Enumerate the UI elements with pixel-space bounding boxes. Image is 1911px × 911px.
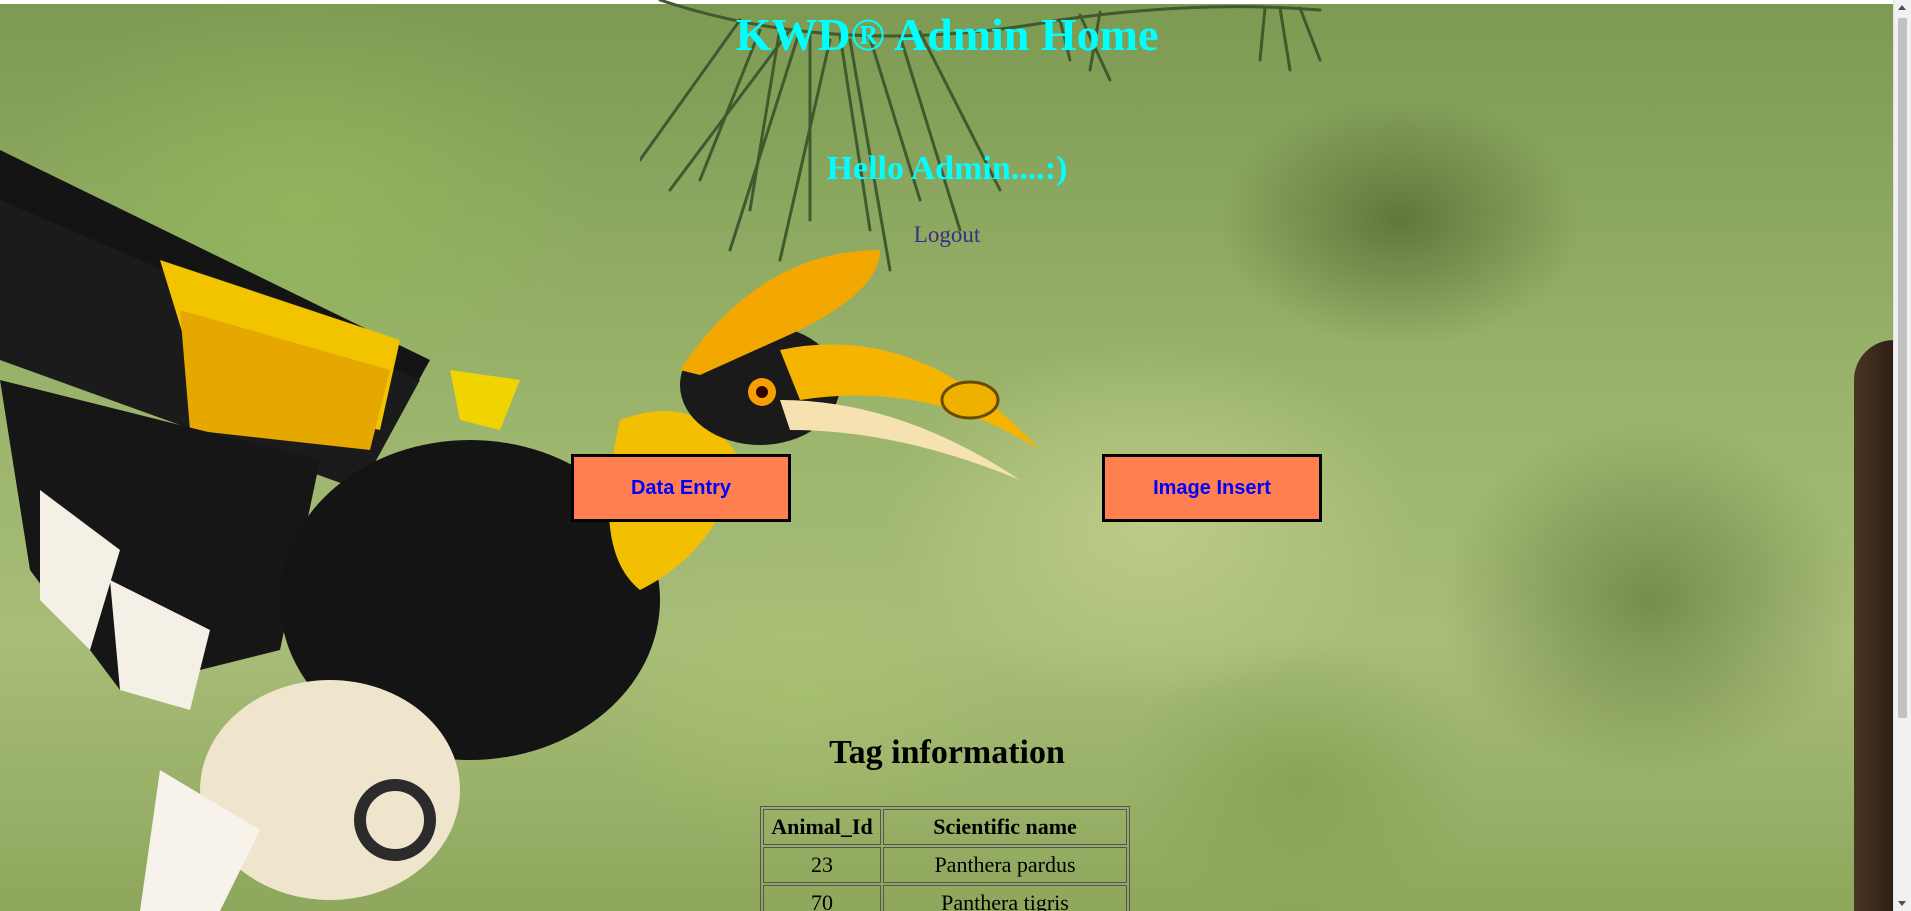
greeting-text: Hello Admin....:) — [826, 150, 1068, 187]
tag-information-heading: Tag information — [829, 734, 1065, 771]
admin-home-page: KWD® Admin Home Hello Admin....:) Logout… — [0, 0, 1911, 911]
logout-link[interactable]: Logout — [914, 222, 980, 247]
animal-id-cell: 70 — [763, 885, 881, 911]
column-header-scientific-name: Scientific name — [883, 809, 1127, 845]
table-row: 23 Panthera pardus — [763, 847, 1127, 883]
page-title: KWD® Admin Home — [735, 9, 1159, 60]
data-entry-button-label: Data Entry — [630, 476, 732, 499]
image-insert-button-label: Image Insert — [1153, 476, 1271, 499]
table-header-row: Animal_Id Scientific name — [763, 809, 1127, 845]
column-header-animal-id: Animal_Id — [763, 809, 881, 845]
scientific-name-cell: Panthera pardus — [883, 847, 1127, 883]
table-row: 70 Panthera tigris — [763, 885, 1127, 911]
vertical-scrollbar[interactable] — [1893, 0, 1911, 911]
scrollbar-thumb[interactable] — [1898, 18, 1907, 718]
scientific-name-cell: Panthera tigris — [883, 885, 1127, 911]
animal-id-cell: 23 — [763, 847, 881, 883]
tag-information-table: Animal_Id Scientific name 23 Panthera pa… — [760, 806, 1130, 911]
scroll-down-arrow-icon[interactable] — [1898, 901, 1906, 906]
main-content: KWD® Admin Home Hello Admin....:) Logout… — [0, 0, 1894, 911]
image-insert-button[interactable]: Image Insert — [1102, 454, 1322, 522]
data-entry-button[interactable]: Data Entry — [571, 454, 791, 522]
logout-link-row: Logout — [0, 222, 1894, 248]
scroll-up-arrow-icon[interactable] — [1898, 5, 1906, 10]
